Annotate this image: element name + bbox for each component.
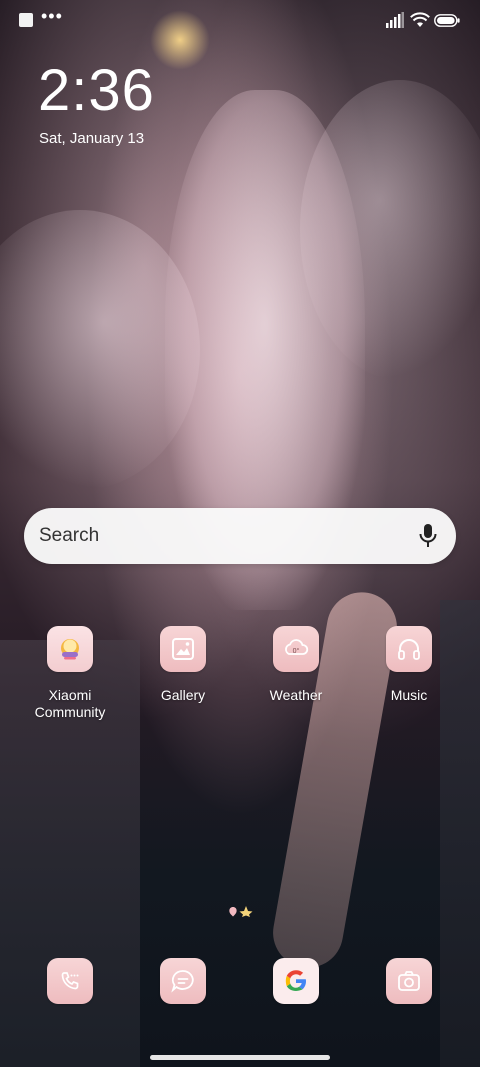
dock-messages[interactable] — [128, 958, 238, 1004]
headphones-icon — [386, 626, 432, 672]
battery-icon — [434, 14, 460, 27]
status-bar: ••• — [0, 0, 480, 40]
search-bar[interactable]: Search — [24, 508, 456, 564]
app-xiaomi-community[interactable]: Xiaomi Community — [15, 626, 125, 721]
app-label: Xiaomi Community — [34, 687, 106, 720]
app-gallery[interactable]: Gallery — [128, 626, 238, 704]
phone-icon — [47, 958, 93, 1004]
more-notifications-icon: ••• — [41, 6, 63, 26]
app-label: Gallery — [160, 687, 206, 703]
app-music[interactable]: Music — [354, 626, 464, 704]
google-icon — [273, 958, 319, 1004]
weather-icon: 0° — [273, 626, 319, 672]
app-label: Weather — [269, 687, 323, 703]
cellular-signal-icon — [386, 12, 404, 28]
page-indicator[interactable] — [225, 904, 255, 918]
app-weather[interactable]: 0° Weather — [241, 626, 351, 704]
camera-icon — [386, 958, 432, 1004]
gallery-icon — [160, 626, 206, 672]
weather-temp: 0° — [293, 647, 300, 655]
app-label: Music — [390, 687, 428, 703]
clock-time[interactable]: 2:36 — [38, 58, 155, 124]
wifi-icon — [410, 12, 430, 27]
notification-app-icon — [19, 13, 33, 27]
dock-camera[interactable] — [354, 958, 464, 1004]
home-screen: ••• 2:36 Sat, January 13 Search Xiaomi C… — [0, 0, 480, 1067]
search-placeholder: Search — [39, 525, 100, 546]
dock-phone[interactable] — [15, 958, 125, 1004]
xiaomi-community-icon — [47, 626, 93, 672]
clock-date[interactable]: Sat, January 13 — [39, 129, 144, 149]
messages-icon — [160, 958, 206, 1004]
home-indicator[interactable] — [150, 1055, 330, 1060]
microphone-icon[interactable] — [418, 523, 438, 549]
dock-google[interactable] — [241, 958, 351, 1004]
